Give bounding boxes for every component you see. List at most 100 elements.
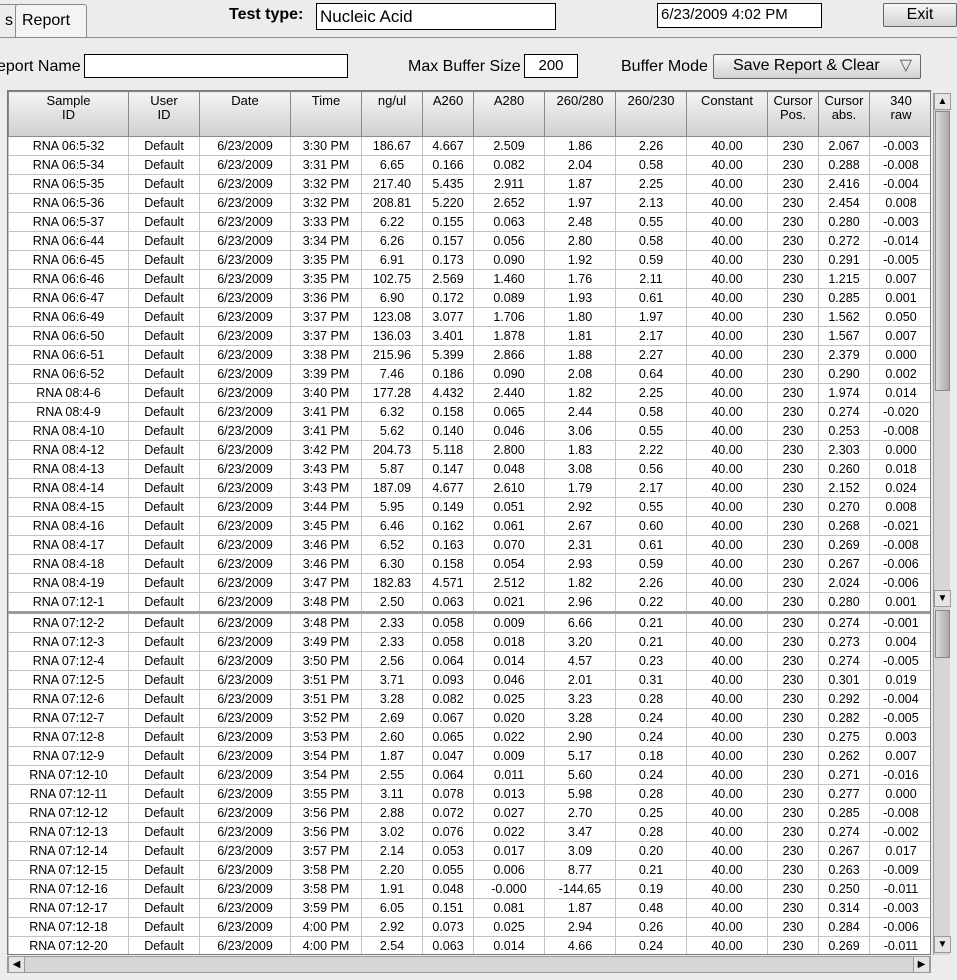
cell-a280: 0.046 [473, 421, 545, 441]
table-row[interactable]: RNA 07:12-16 Default 6/23/2009 3:58 PM 1.91 0… [8, 879, 930, 899]
column-header-sample-id[interactable]: Sample ID [8, 91, 129, 137]
cell-cursor-pos: 230 [767, 383, 819, 403]
table-row[interactable]: RNA 08:4-14 Default 6/23/2009 3:43 PM 187.09… [8, 478, 930, 498]
cell-ratio-260-230: 0.21 [615, 632, 687, 652]
cell-date: 6/23/2009 [199, 155, 291, 175]
table-row[interactable]: RNA 07:12-4 Default 6/23/2009 3:50 PM 2.56 0.… [8, 651, 930, 671]
table-row[interactable]: RNA 07:12-17 Default 6/23/2009 3:59 PM 6.05 0… [8, 898, 930, 918]
cell-a260: 4.667 [422, 136, 474, 156]
table-row[interactable]: RNA 06:6-44 Default 6/23/2009 3:34 PM 6.26 0.… [8, 231, 930, 251]
cell-cursor-pos: 230 [767, 592, 819, 613]
table-row[interactable]: RNA 08:4-18 Default 6/23/2009 3:46 PM 6.30 0.… [8, 554, 930, 574]
table-row[interactable]: RNA 06:6-46 Default 6/23/2009 3:35 PM 102.75… [8, 269, 930, 289]
column-header-a280[interactable]: A280 [473, 91, 545, 137]
scroll-down-icon-bottom[interactable]: ▼ [934, 936, 951, 953]
table-row[interactable]: RNA 07:12-13 Default 6/23/2009 3:56 PM 3.02 0… [8, 822, 930, 842]
cell-cursor-abs: 0.314 [818, 898, 870, 918]
column-header-user-id[interactable]: User ID [128, 91, 200, 137]
scroll-right-icon[interactable]: ▶ [913, 956, 930, 973]
max-buffer-input[interactable]: 200 [524, 54, 578, 78]
table-row[interactable]: RNA 08:4-15 Default 6/23/2009 3:44 PM 5.95 0.… [8, 497, 930, 517]
table-row[interactable]: RNA 08:4-19 Default 6/23/2009 3:47 PM 182.83… [8, 573, 930, 593]
cell-user-id: Default [128, 898, 200, 918]
report-name-label: eport Name [0, 58, 81, 75]
table-row[interactable]: RNA 07:12-9 Default 6/23/2009 3:54 PM 1.87 0.… [8, 746, 930, 766]
cell-ng-ul: 208.81 [361, 193, 423, 213]
table-row[interactable]: RNA 06:5-37 Default 6/23/2009 3:33 PM 6.22 0.… [8, 212, 930, 232]
table-row[interactable]: RNA 06:6-50 Default 6/23/2009 3:37 PM 136.03… [8, 326, 930, 346]
table-row[interactable]: RNA 06:5-36 Default 6/23/2009 3:32 PM 208.81… [8, 193, 930, 213]
table-row[interactable]: RNA 06:6-47 Default 6/23/2009 3:36 PM 6.90 0.… [8, 288, 930, 308]
tab-previous-label: s [5, 12, 13, 29]
column-header-constant[interactable]: Constant [686, 91, 768, 137]
scroll-thumb-upper[interactable] [935, 111, 950, 391]
cell-cursor-pos: 230 [767, 860, 819, 880]
cell-ratio-260-230: 0.58 [615, 155, 687, 175]
table-row[interactable]: RNA 07:12-18 Default 6/23/2009 4:00 PM 2.92 0… [8, 917, 930, 937]
cell-cursor-abs: 0.263 [818, 860, 870, 880]
table-row[interactable]: RNA 07:12-6 Default 6/23/2009 3:51 PM 3.28 0.… [8, 689, 930, 709]
cell-ratio-260-230: 0.25 [615, 803, 687, 823]
column-header-time[interactable]: Time [290, 91, 362, 137]
cell-a260: 0.158 [422, 554, 474, 574]
table-row[interactable]: RNA 06:5-35 Default 6/23/2009 3:32 PM 217.40… [8, 174, 930, 194]
table-row[interactable]: RNA 06:6-45 Default 6/23/2009 3:35 PM 6.91 0.… [8, 250, 930, 270]
cell-a260: 0.073 [422, 917, 474, 937]
horizontal-scrollbar[interactable]: ◀ ▶ [7, 956, 931, 973]
column-header-a260[interactable]: A260 [422, 91, 474, 137]
table-row[interactable]: RNA 08:4-10 Default 6/23/2009 3:41 PM 5.62 0.… [8, 421, 930, 441]
vertical-scrollbar[interactable]: ▲ ▼ ▼ [933, 93, 951, 955]
table-row[interactable]: RNA 06:6-52 Default 6/23/2009 3:39 PM 7.46 0.… [8, 364, 930, 384]
buffer-mode-select[interactable]: Save Report & Clear ▽ [713, 54, 921, 79]
column-header-line1: Constant [700, 93, 754, 108]
tab-report[interactable]: Report [15, 4, 87, 38]
table-row[interactable]: RNA 07:12-1 Default 6/23/2009 3:48 PM 2.50 0.… [8, 592, 930, 613]
column-header-ratio-260-280[interactable]: 260/280 [544, 91, 616, 137]
table-row[interactable]: RNA 08:4-9 Default 6/23/2009 3:41 PM 6.32 0.1… [8, 402, 930, 422]
table-row[interactable]: RNA 08:4-16 Default 6/23/2009 3:45 PM 6.46 0.… [8, 516, 930, 536]
cell-cursor-pos: 230 [767, 611, 819, 633]
cell-a260: 3.401 [422, 326, 474, 346]
column-header-date[interactable]: Date [199, 91, 291, 137]
table-row[interactable]: RNA 07:12-11 Default 6/23/2009 3:55 PM 3.11 0… [8, 784, 930, 804]
table-row[interactable]: RNA 06:6-49 Default 6/23/2009 3:37 PM 123.08… [8, 307, 930, 327]
column-header-ratio-260-230[interactable]: 260/230 [615, 91, 687, 137]
table-row[interactable]: RNA 07:12-10 Default 6/23/2009 3:54 PM 2.55 0… [8, 765, 930, 785]
table-row[interactable]: RNA 07:12-3 Default 6/23/2009 3:49 PM 2.33 0.… [8, 632, 930, 652]
report-name-input[interactable] [84, 54, 348, 78]
table-row[interactable]: RNA 08:4-13 Default 6/23/2009 3:43 PM 5.87 0.… [8, 459, 930, 479]
table-row[interactable]: RNA 06:5-32 Default 6/23/2009 3:30 PM 186.67… [8, 136, 930, 156]
cell-ratio-260-230: 0.24 [615, 765, 687, 785]
test-type-field[interactable]: Nucleic Acid [316, 3, 556, 30]
column-header-raw-340[interactable]: 340 raw [869, 91, 930, 137]
cell-a280: 0.089 [473, 288, 545, 308]
table-row[interactable]: RNA 06:6-51 Default 6/23/2009 3:38 PM 215.96… [8, 345, 930, 365]
table-row[interactable]: RNA 08:4-17 Default 6/23/2009 3:46 PM 6.52 0.… [8, 535, 930, 555]
table-row[interactable]: RNA 06:5-34 Default 6/23/2009 3:31 PM 6.65 0.… [8, 155, 930, 175]
cell-raw-340: -0.005 [869, 250, 930, 270]
table-row[interactable]: RNA 07:12-20 Default 6/23/2009 4:00 PM 2.54 0… [8, 936, 930, 954]
cell-cursor-pos: 230 [767, 879, 819, 899]
column-header-ng-ul[interactable]: ng/ul [361, 91, 423, 137]
table-row[interactable]: RNA 07:12-8 Default 6/23/2009 3:53 PM 2.60 0.… [8, 727, 930, 747]
table-row[interactable]: RNA 07:12-15 Default 6/23/2009 3:58 PM 2.20 0… [8, 860, 930, 880]
table-row[interactable]: RNA 07:12-14 Default 6/23/2009 3:57 PM 2.14 0… [8, 841, 930, 861]
exit-button[interactable]: Exit [883, 3, 957, 27]
cell-ng-ul: 182.83 [361, 573, 423, 593]
table-row[interactable]: RNA 07:12-12 Default 6/23/2009 3:56 PM 2.88 0… [8, 803, 930, 823]
table-row[interactable]: RNA 07:12-7 Default 6/23/2009 3:52 PM 2.69 0.… [8, 708, 930, 728]
scroll-down-icon[interactable]: ▼ [934, 590, 951, 607]
table-row[interactable]: RNA 08:4-12 Default 6/23/2009 3:42 PM 204.73… [8, 440, 930, 460]
table-row[interactable]: RNA 07:12-2 Default 6/23/2009 3:48 PM 2.33 0.… [8, 611, 930, 633]
scroll-up-icon[interactable]: ▲ [934, 93, 951, 110]
cell-a280: 2.509 [473, 136, 545, 156]
scroll-thumb-lower[interactable] [935, 610, 950, 658]
scroll-left-icon[interactable]: ◀ [8, 956, 25, 973]
column-header-cursor-abs[interactable]: Cursor abs. [818, 91, 870, 137]
column-header-cursor-pos[interactable]: Cursor Pos. [767, 91, 819, 137]
cell-cursor-pos: 230 [767, 250, 819, 270]
table-row[interactable]: RNA 08:4-6 Default 6/23/2009 3:40 PM 177.28 4… [8, 383, 930, 403]
table-row[interactable]: RNA 07:12-5 Default 6/23/2009 3:51 PM 3.71 0.… [8, 670, 930, 690]
cell-date: 6/23/2009 [199, 822, 291, 842]
cell-sample-id: RNA 07:12-13 [8, 822, 129, 842]
